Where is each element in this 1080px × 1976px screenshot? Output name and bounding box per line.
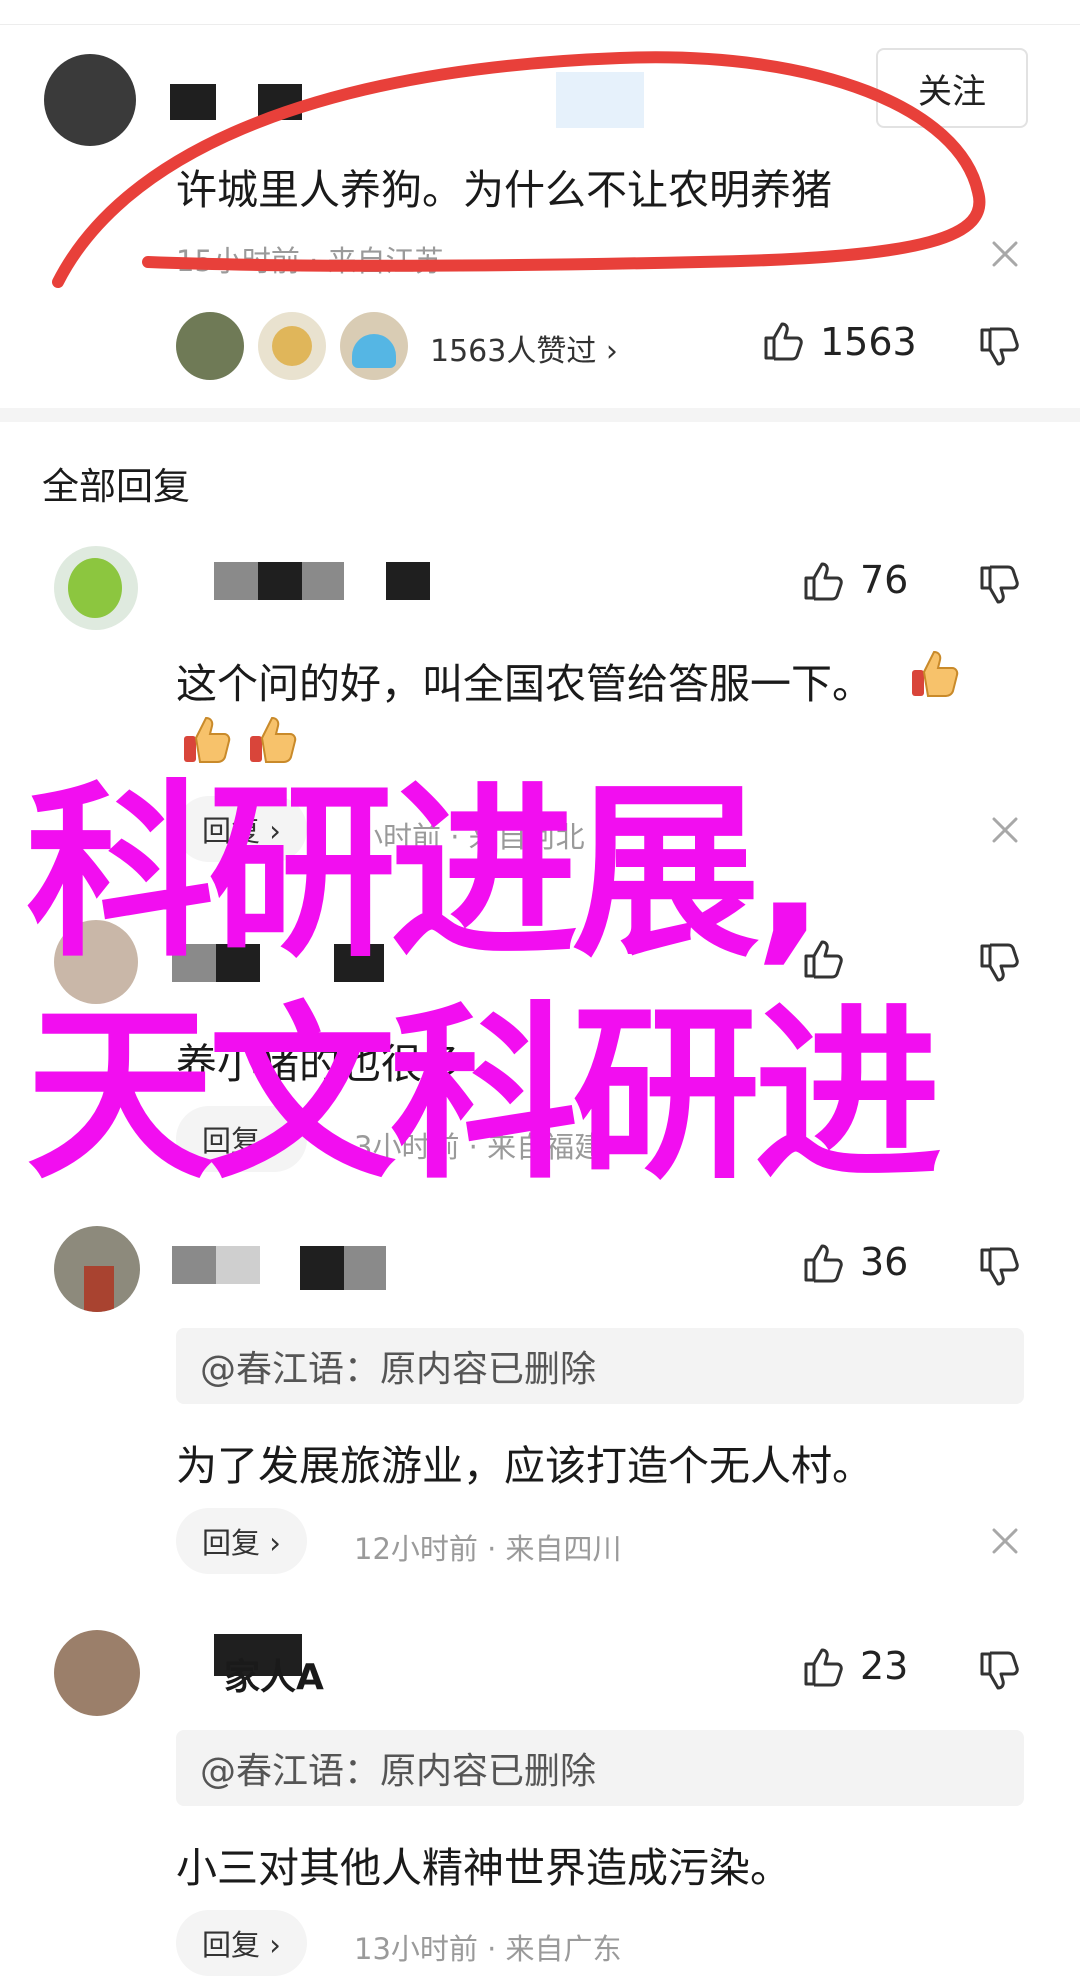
annotation-circle xyxy=(0,0,1080,300)
thumbs-down-icon[interactable] xyxy=(978,1246,1020,1288)
username-redacted xyxy=(300,1246,344,1290)
thumbs-down-icon[interactable] xyxy=(978,942,1020,984)
reply-text: 为了发展旅游业，应该打造个无人村。 xyxy=(176,1442,873,1490)
thumbs-up-icon[interactable] xyxy=(762,320,804,362)
like-count: 23 xyxy=(860,1644,909,1688)
username-redacted xyxy=(258,562,302,600)
thumbs-up-icon[interactable] xyxy=(802,1646,844,1688)
section-divider xyxy=(0,408,1080,422)
like-count: 76 xyxy=(860,558,909,602)
reply-meta: 13小时前 · 来自广东 xyxy=(354,1932,622,1966)
thumbs-up-icon[interactable] xyxy=(802,560,844,602)
thumbs-down-icon[interactable] xyxy=(978,326,1020,368)
thumbs-up-emoji-icon xyxy=(246,712,302,768)
thumbs-up-emoji-icon xyxy=(180,712,236,768)
username-redacted xyxy=(344,1246,386,1290)
avatar[interactable] xyxy=(54,1226,140,1312)
quoted-comment[interactable]: @春江语：原内容已删除 xyxy=(176,1328,1024,1404)
username-redacted xyxy=(214,562,258,600)
watermark-line-2: 天文科研进 xyxy=(26,986,942,1205)
section-title: 全部回复 xyxy=(42,465,190,508)
reply-button[interactable]: 回复 › xyxy=(176,1910,307,1976)
avatar[interactable] xyxy=(54,546,138,630)
username-redacted xyxy=(216,1246,260,1284)
like-count: 36 xyxy=(860,1240,909,1284)
avatar[interactable] xyxy=(54,1630,140,1716)
username-redacted xyxy=(172,1246,216,1284)
reply-text: 这个问的好，叫全国农管给答服一下。 xyxy=(176,660,873,708)
reply-button[interactable]: 回复 › xyxy=(176,1508,307,1574)
liker-avatar[interactable] xyxy=(176,312,244,380)
likers-link[interactable]: 1563人赞过 › xyxy=(430,326,618,370)
thumbs-down-icon[interactable] xyxy=(978,1650,1020,1692)
reply-text: 小三对其他人精神世界造成污染。 xyxy=(176,1844,791,1892)
close-icon[interactable] xyxy=(990,815,1020,845)
thumbs-up-icon[interactable] xyxy=(802,1242,844,1284)
like-count: 1563 xyxy=(820,320,917,364)
thumbs-down-icon[interactable] xyxy=(978,564,1020,606)
thumbs-up-emoji-icon xyxy=(908,646,964,702)
liker-avatar[interactable] xyxy=(258,312,326,380)
reply-meta: 12小时前 · 来自四川 xyxy=(354,1532,622,1566)
username-redacted xyxy=(386,562,430,600)
watermark-line-1: 科研进展, xyxy=(26,764,825,983)
close-icon[interactable] xyxy=(990,1526,1020,1556)
liker-avatar[interactable] xyxy=(340,312,408,380)
quoted-comment[interactable]: @春江语：原内容已删除 xyxy=(176,1730,1024,1806)
username: 家人A xyxy=(224,1657,324,1698)
username-redacted xyxy=(302,562,344,600)
